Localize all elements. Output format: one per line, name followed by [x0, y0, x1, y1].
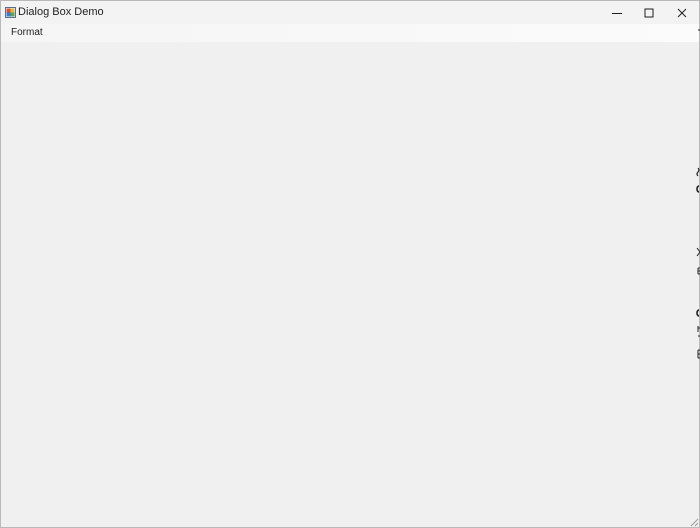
menu-bar: Format — [1, 24, 699, 42]
resize-grip-icon[interactable] — [687, 515, 699, 527]
app-icon — [5, 7, 16, 18]
window-title: Dialog Box Demo — [18, 6, 104, 18]
title-bar[interactable]: Dialog Box Demo — [1, 1, 699, 24]
maximize-icon — [644, 8, 654, 17]
client-area[interactable] — [1, 42, 699, 527]
maximize-button[interactable] — [633, 1, 665, 24]
main-window: Dialog Box Demo Format — [0, 0, 700, 528]
close-button[interactable] — [666, 1, 698, 24]
minimize-button[interactable] — [601, 1, 633, 24]
menu-item-format[interactable]: Format — [5, 25, 49, 41]
minimize-icon — [612, 12, 622, 14]
close-icon — [677, 8, 687, 17]
